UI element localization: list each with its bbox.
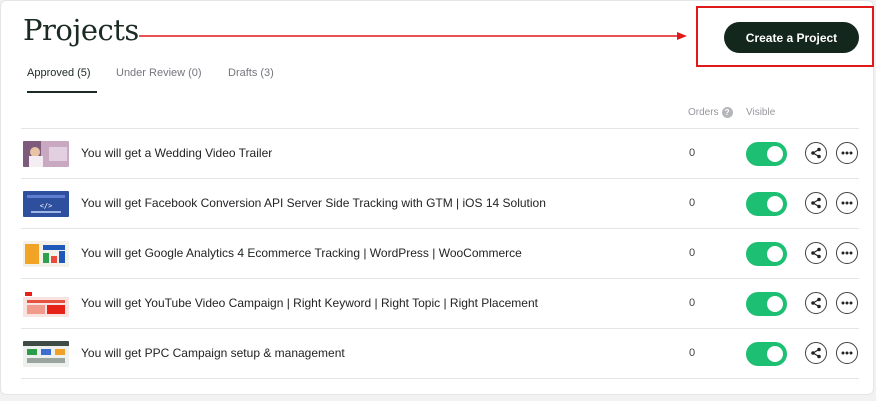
more-options-button[interactable]: [836, 292, 858, 314]
project-thumbnail[interactable]: [23, 241, 69, 267]
svg-text:</>: </>: [40, 202, 53, 210]
project-title-link[interactable]: You will get Facebook Conversion API Ser…: [81, 179, 546, 228]
annotation-arrow: [139, 32, 687, 40]
more-horizontal-icon: [841, 251, 853, 255]
project-title-link[interactable]: You will get YouTube Video Campaign | Ri…: [81, 279, 538, 328]
orders-header-label: Orders: [688, 107, 719, 118]
project-row: You will get Google Analytics 4 Ecommerc…: [21, 229, 859, 279]
question-circle-icon[interactable]: ?: [721, 107, 733, 118]
project-thumbnail[interactable]: </>: [23, 191, 69, 217]
visibility-toggle[interactable]: [746, 292, 787, 316]
create-project-button[interactable]: Create a Project: [724, 22, 859, 53]
project-thumbnail[interactable]: [23, 291, 69, 317]
share-button[interactable]: [805, 242, 827, 264]
more-options-button[interactable]: [836, 192, 858, 214]
project-orders-count: 0: [689, 197, 696, 209]
project-row: You will get PPC Campaign setup & manage…: [21, 329, 859, 379]
more-horizontal-icon: [841, 301, 853, 305]
visibility-toggle[interactable]: [746, 192, 787, 216]
more-options-button[interactable]: [836, 342, 858, 364]
visibility-toggle[interactable]: [746, 142, 787, 166]
visible-header-label: Visible: [746, 107, 776, 118]
visibility-toggle[interactable]: [746, 342, 787, 366]
project-orders-count: 0: [689, 297, 696, 309]
share-button[interactable]: [805, 292, 827, 314]
project-row: You will get YouTube Video Campaign | Ri…: [21, 279, 859, 329]
share-icon: [811, 297, 821, 309]
project-orders-count: 0: [689, 247, 696, 259]
tab-under-review[interactable]: Under Review (0): [116, 67, 202, 91]
share-icon: [811, 197, 821, 209]
projects-card: Projects Create a Project Approved (5) U…: [0, 0, 874, 395]
project-orders-count: 0: [689, 347, 696, 359]
more-options-button[interactable]: [836, 242, 858, 264]
project-row: </> You will get Facebook Conversion API…: [21, 179, 859, 229]
share-button[interactable]: [805, 192, 827, 214]
page-title: Projects: [23, 13, 139, 47]
share-icon: [811, 347, 821, 359]
project-title-link[interactable]: You will get Google Analytics 4 Ecommerc…: [81, 229, 522, 278]
share-icon: [811, 147, 821, 159]
orders-column-header: Orders ?: [688, 107, 733, 118]
project-row: You will get a Wedding Video Trailer 0: [21, 129, 859, 179]
visible-column-header: Visible: [746, 107, 775, 118]
project-title-link[interactable]: You will get a Wedding Video Trailer: [81, 129, 272, 178]
share-icon: [811, 247, 821, 259]
tab-approved[interactable]: Approved (5): [27, 67, 97, 93]
projects-list: You will get a Wedding Video Trailer 0 <…: [21, 128, 859, 379]
share-button[interactable]: [805, 342, 827, 364]
project-thumbnail[interactable]: [23, 141, 69, 167]
more-horizontal-icon: [841, 151, 853, 155]
more-horizontal-icon: [841, 351, 853, 355]
project-thumbnail[interactable]: [23, 341, 69, 367]
visibility-toggle[interactable]: [746, 242, 787, 266]
project-orders-count: 0: [689, 147, 696, 159]
more-horizontal-icon: [841, 201, 853, 205]
more-options-button[interactable]: [836, 142, 858, 164]
share-button[interactable]: [805, 142, 827, 164]
project-title-link[interactable]: You will get PPC Campaign setup & manage…: [81, 329, 345, 378]
tab-drafts[interactable]: Drafts (3): [228, 67, 274, 91]
